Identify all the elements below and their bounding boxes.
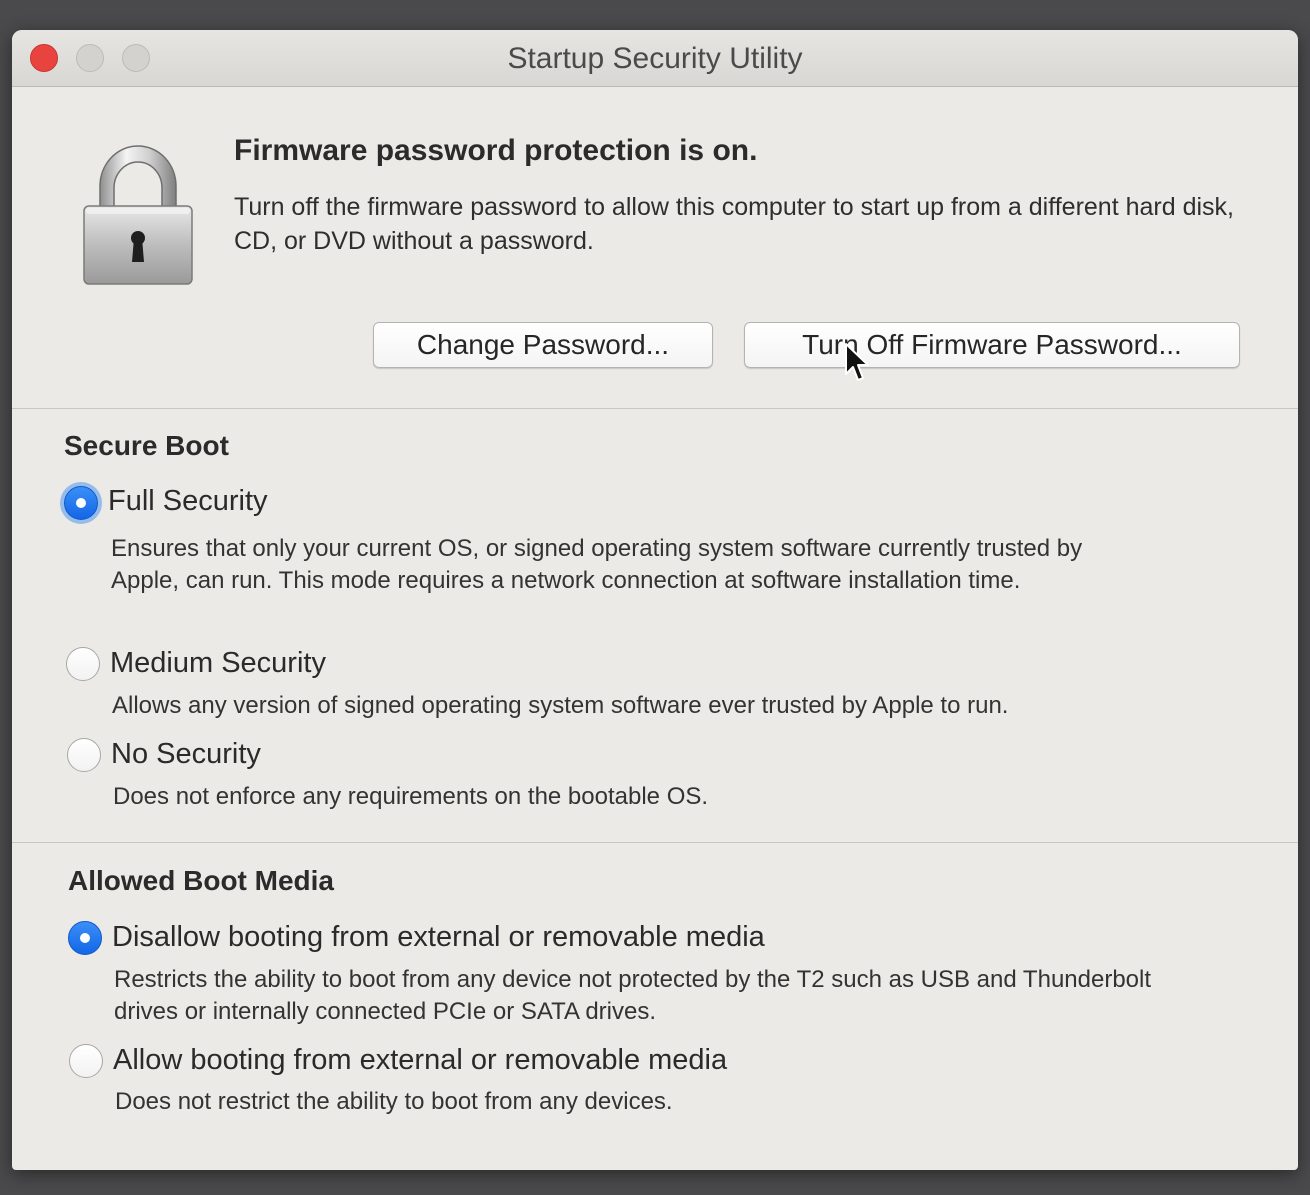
medium-security-radio[interactable] [66,647,100,681]
turn-off-firmware-password-button[interactable]: Turn Off Firmware Password... [744,322,1240,368]
no-security-radio[interactable] [67,738,101,772]
section-divider [12,842,1298,843]
full-security-description: Ensures that only your current OS, or si… [111,535,1083,594]
mouse-pointer-icon [845,343,869,381]
full-security-label[interactable]: Full Security [108,485,268,518]
padlock-icon [83,145,193,285]
allow-external-boot-label[interactable]: Allow booting from external or removable… [113,1044,727,1077]
window-title: Startup Security Utility [507,42,803,75]
allowed-boot-media-heading: Allowed Boot Media [68,865,334,896]
no-security-label[interactable]: No Security [111,738,261,771]
medium-security-label[interactable]: Medium Security [110,647,326,680]
full-security-radio[interactable] [64,486,98,520]
medium-security-description: Allows any version of signed operating s… [112,692,1009,719]
title-bar[interactable]: Startup Security Utility [12,30,1298,87]
disallow-external-boot-label[interactable]: Disallow booting from external or remova… [112,921,765,954]
firmware-status-heading: Firmware password protection is on. [234,134,758,167]
secure-boot-heading: Secure Boot [64,430,229,461]
no-security-description: Does not enforce any requirements on the… [113,783,709,810]
change-password-button[interactable]: Change Password... [373,322,713,368]
disallow-external-boot-description: Restricts the ability to boot from any d… [114,966,1152,1025]
allow-external-boot-radio[interactable] [69,1044,103,1078]
section-divider [12,408,1298,409]
startup-security-window: Startup Security Utility Firmware passwo… [12,30,1298,1170]
allow-external-boot-description: Does not restrict the ability to boot fr… [115,1088,673,1115]
disallow-external-boot-radio[interactable] [68,921,102,955]
firmware-description: Turn off the firmware password to allow … [234,193,1234,255]
